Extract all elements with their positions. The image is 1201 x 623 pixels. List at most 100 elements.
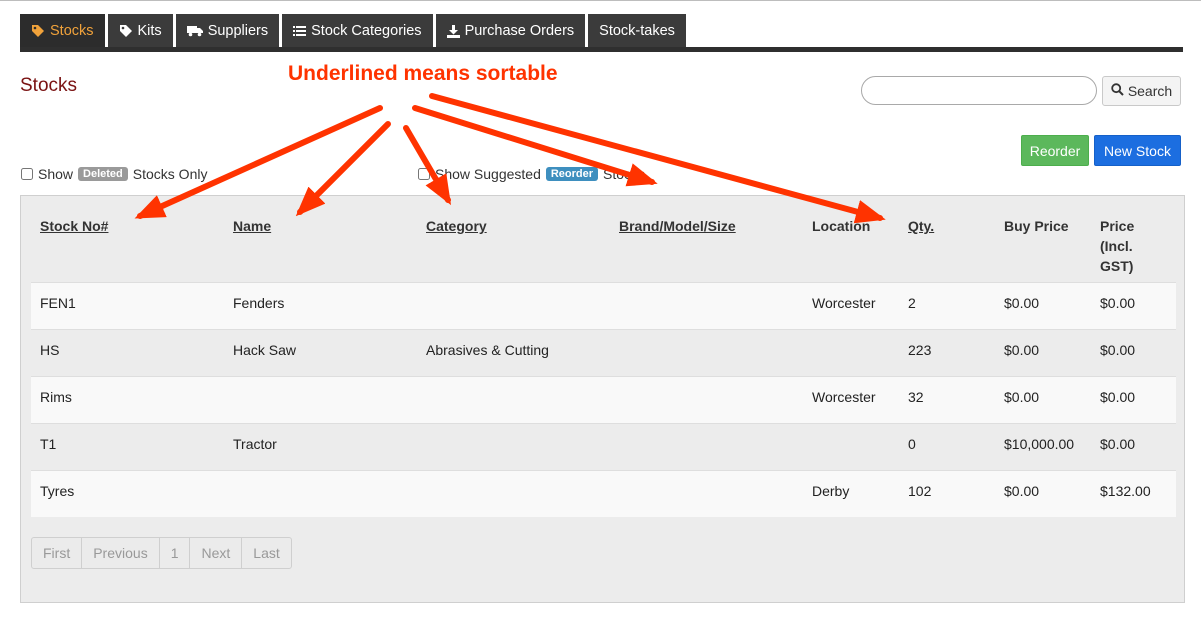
- search-icon: [1111, 83, 1124, 99]
- cell-qty: 223: [908, 341, 932, 358]
- tab-bar: Stocks Kits Suppliers Stock Categories P…: [20, 14, 686, 48]
- cell-name: Hack Saw: [233, 341, 297, 358]
- cell-category: [417, 282, 610, 329]
- tab-label: Stock Categories: [311, 23, 422, 39]
- tab-label: Purchase Orders: [464, 23, 575, 39]
- tab-purchase-orders[interactable]: Purchase Orders: [435, 14, 589, 48]
- tab-bar-underline: [20, 47, 1183, 52]
- search-input[interactable]: [861, 76, 1097, 105]
- download-icon: [446, 24, 460, 38]
- cell-price: $0.00: [1100, 435, 1136, 452]
- filter-label: Stocks: [603, 166, 646, 182]
- pagination: First Previous 1 Next Last: [31, 537, 292, 569]
- stock-table-panel: Stock No# Name Category Brand/Model/Size…: [20, 195, 1185, 603]
- filter-suggested[interactable]: Show Suggested Reorder Stocks: [418, 166, 645, 182]
- cell-category: [417, 470, 610, 517]
- tags-icon: [119, 24, 133, 38]
- tab-stock-categories[interactable]: Stock Categories: [282, 14, 436, 48]
- table-row[interactable]: Rims Worcester 32 $0.00 $0.00: [31, 376, 1176, 423]
- cell-qty: 32: [908, 388, 924, 405]
- stock-table: Stock No# Name Category Brand/Model/Size…: [31, 196, 1176, 517]
- cell-stock-no: Tyres: [40, 482, 75, 499]
- search-button[interactable]: Search: [1102, 76, 1181, 106]
- annotation-callout: Underlined means sortable: [288, 62, 558, 85]
- cell-name: [224, 470, 417, 517]
- page-title: Stocks: [20, 75, 78, 96]
- cell-brand: [610, 329, 803, 376]
- pagination-first[interactable]: First: [32, 538, 83, 568]
- deleted-checkbox[interactable]: [21, 168, 33, 180]
- cell-buy-price: $0.00: [1004, 341, 1040, 358]
- tab-kits[interactable]: Kits: [107, 14, 176, 48]
- suggested-checkbox[interactable]: [418, 168, 430, 180]
- cell-buy-price: $0.00: [1004, 388, 1040, 405]
- pagination-next[interactable]: Next: [190, 538, 243, 568]
- cell-price: $0.00: [1100, 341, 1136, 358]
- column-header-qty[interactable]: Qty.: [899, 196, 995, 282]
- cell-brand: [610, 470, 803, 517]
- tab-stock-takes[interactable]: Stock-takes: [588, 14, 686, 48]
- cell-buy-price: $10,000.00: [1004, 435, 1075, 452]
- pagination-previous[interactable]: Previous: [82, 538, 160, 568]
- table-row[interactable]: HS Hack Saw Abrasives & Cutting 223 $0.0…: [31, 329, 1176, 376]
- arrow-to-category: [403, 125, 452, 206]
- list-icon: [293, 25, 307, 37]
- column-header-name[interactable]: Name: [224, 196, 417, 282]
- cell-qty: 0: [908, 435, 916, 452]
- cell-brand: [610, 376, 803, 423]
- reorder-badge: Reorder: [545, 167, 599, 181]
- search-button-label: Search: [1127, 83, 1173, 99]
- cell-category: [417, 376, 610, 423]
- cell-location: [803, 329, 899, 376]
- column-header-buy-price: Buy Price: [1004, 218, 1069, 234]
- new-stock-button[interactable]: New Stock: [1094, 135, 1181, 166]
- cell-qty: 102: [908, 482, 932, 499]
- tab-label: Suppliers: [207, 23, 269, 39]
- table-row[interactable]: FEN1 Fenders Worcester 2 $0.00 $0.00: [31, 282, 1176, 329]
- tab-suppliers[interactable]: Suppliers: [175, 14, 283, 48]
- cell-name: Fenders: [233, 294, 285, 311]
- cell-buy-price: $0.00: [1004, 294, 1040, 311]
- cell-price: $132.00: [1100, 482, 1151, 499]
- cell-name: Tractor: [233, 435, 277, 452]
- cell-category: [417, 423, 610, 470]
- column-header-category[interactable]: Category: [417, 196, 610, 282]
- tab-stocks[interactable]: Stocks: [20, 14, 108, 48]
- filter-deleted[interactable]: Show Deleted Stocks Only: [21, 166, 207, 182]
- cell-qty: 2: [908, 294, 916, 311]
- pagination-page-1[interactable]: 1: [160, 538, 191, 568]
- tab-label: Kits: [137, 23, 162, 39]
- cell-category: Abrasives & Cutting: [426, 341, 549, 358]
- pagination-last[interactable]: Last: [242, 538, 290, 568]
- filter-label: Show: [38, 166, 74, 182]
- reorder-button[interactable]: Reorder: [1021, 135, 1089, 166]
- truck-icon: [186, 25, 203, 37]
- cell-name: [224, 376, 417, 423]
- filter-label: Stocks Only: [132, 166, 208, 182]
- tab-label: Stocks: [50, 23, 94, 39]
- column-header-location: Location: [812, 218, 871, 234]
- cell-brand: [610, 282, 803, 329]
- cell-stock-no: HS: [40, 341, 60, 358]
- top-border: [0, 0, 1201, 1]
- cell-stock-no: T1: [40, 435, 57, 452]
- cell-location: [803, 423, 899, 470]
- cell-brand: [610, 423, 803, 470]
- cell-stock-no: Rims: [40, 388, 72, 405]
- cell-location: Derby: [812, 482, 850, 499]
- filter-label: Show Suggested: [435, 166, 541, 182]
- cell-location: Worcester: [812, 294, 876, 311]
- tags-icon: [31, 24, 45, 38]
- cell-price: $0.00: [1100, 294, 1136, 311]
- column-header-stock-no[interactable]: Stock No#: [31, 196, 224, 282]
- deleted-badge: Deleted: [78, 167, 128, 181]
- column-header-brand[interactable]: Brand/Model/Size: [610, 196, 803, 282]
- column-header-price: Price (Incl. GST): [1100, 218, 1135, 274]
- table-header-row: Stock No# Name Category Brand/Model/Size…: [31, 196, 1176, 282]
- table-row[interactable]: Tyres Derby 102 $0.00 $132.00: [31, 470, 1176, 517]
- tab-label: Stock-takes: [599, 23, 675, 39]
- table-row[interactable]: T1 Tractor 0 $10,000.00 $0.00: [31, 423, 1176, 470]
- cell-price: $0.00: [1100, 388, 1136, 405]
- cell-stock-no: FEN1: [40, 294, 76, 311]
- cell-buy-price: $0.00: [1004, 482, 1040, 499]
